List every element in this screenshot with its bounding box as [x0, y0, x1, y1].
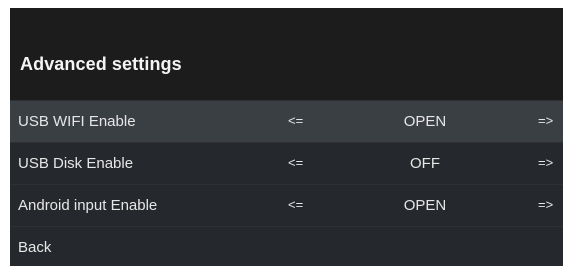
setting-value: OFF: [410, 155, 440, 172]
setting-row-android-input[interactable]: Android input Enable <= OPEN =>: [10, 184, 563, 226]
setting-row-usb-disk[interactable]: USB Disk Enable <= OFF =>: [10, 142, 563, 184]
setting-label: USB WIFI Enable: [18, 113, 136, 130]
previous-option-arrow[interactable]: <=: [288, 113, 303, 128]
previous-option-arrow[interactable]: <=: [288, 197, 303, 212]
next-option-arrow[interactable]: =>: [538, 197, 553, 212]
setting-value: OPEN: [403, 113, 447, 130]
title-bar: Advanced settings: [10, 8, 563, 100]
setting-label: USB Disk Enable: [18, 155, 134, 172]
advanced-settings-screen: Advanced settings USB WIFI Enable <= OPE…: [10, 8, 563, 266]
page-title: Advanced settings: [20, 54, 182, 74]
setting-value: OPEN: [403, 197, 447, 214]
back-button[interactable]: Back: [10, 226, 563, 266]
setting-row-usb-wifi[interactable]: USB WIFI Enable <= OPEN =>: [10, 100, 563, 142]
previous-option-arrow[interactable]: <=: [288, 155, 303, 170]
back-label: Back: [18, 239, 52, 256]
next-option-arrow[interactable]: =>: [538, 113, 553, 128]
next-option-arrow[interactable]: =>: [538, 155, 553, 170]
setting-label: Android input Enable: [18, 197, 158, 214]
settings-list: USB WIFI Enable <= OPEN => USB Disk Enab…: [10, 100, 563, 266]
